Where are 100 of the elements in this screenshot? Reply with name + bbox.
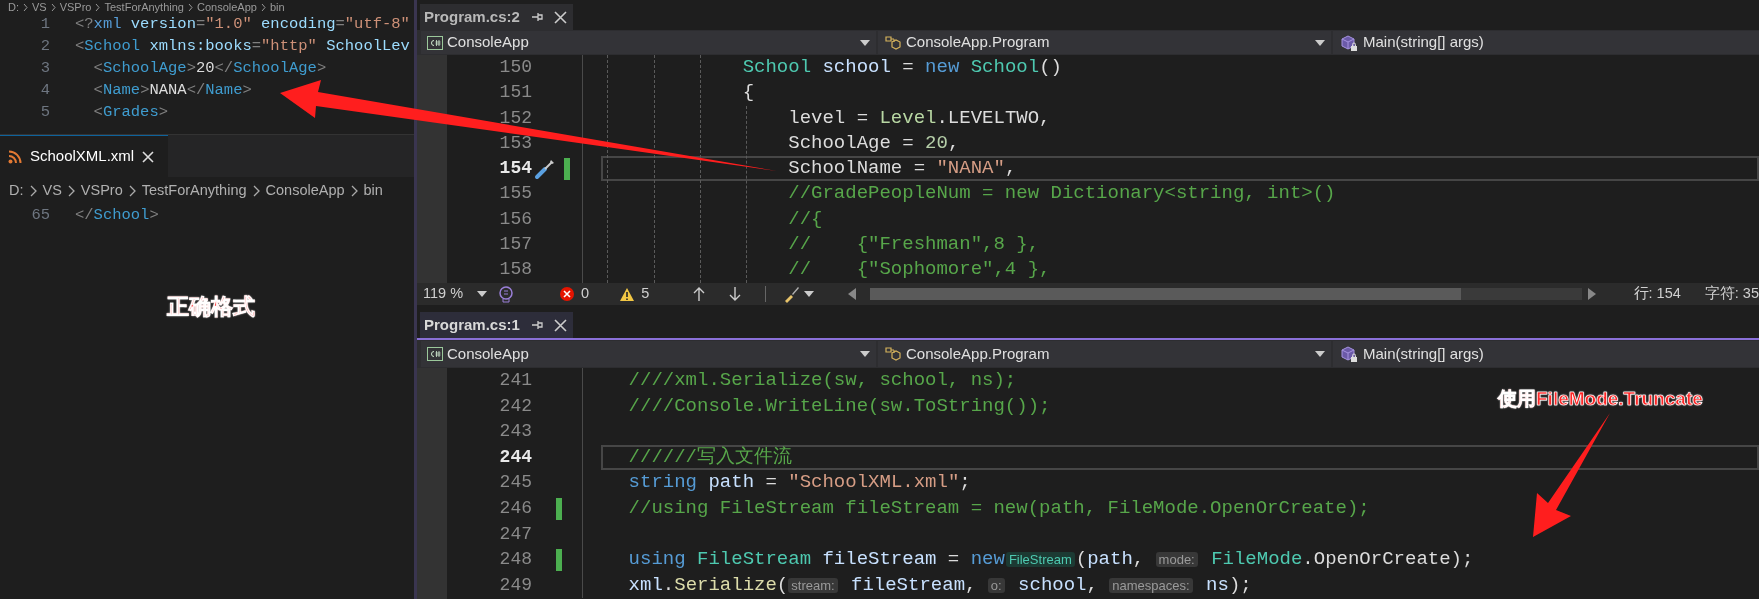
code-line: level = Level.LEVELTWO,	[787, 105, 1051, 131]
chevron-icon	[350, 185, 358, 197]
line-number: 65	[30, 205, 51, 227]
breadcrumb-item[interactable]: ConsoleApp	[196, 1, 257, 13]
line-number: 249	[498, 573, 532, 597]
scroll-right-icon[interactable]	[1587, 288, 1596, 300]
code-line: // {"Sophomore",4 },	[787, 257, 1051, 283]
breadcrumb-item[interactable]: VSPro	[59, 1, 92, 13]
pin-icon[interactable]	[529, 318, 544, 332]
chevron-icon	[260, 2, 266, 12]
breadcrumb-item[interactable]: ConsoleApp	[265, 180, 345, 202]
line-number: 155	[498, 182, 532, 206]
annotation-label: 使用FileMode.Truncate	[1498, 387, 1703, 411]
code-line: School school = new School()	[741, 55, 1062, 80]
nav-dropdown[interactable]: ConsoleApp.Program	[878, 31, 1331, 54]
pin-icon[interactable]	[529, 10, 544, 24]
code-line: {	[741, 80, 755, 106]
breadcrumb-item[interactable]: TestForAnything	[104, 1, 184, 13]
code-line: using FileStream fileStream = new FileStream (path, mode: FileMode.OpenOrCreate);	[627, 547, 1474, 573]
line-number: 246	[498, 496, 532, 520]
chevron-icon	[95, 2, 101, 12]
line-number: 244	[498, 445, 532, 469]
code-line: //{	[787, 206, 823, 232]
down-arrow-icon[interactable]	[729, 287, 742, 301]
code-line: <SchoolAge>20</SchoolAge>	[92, 58, 327, 80]
class-icon	[884, 345, 902, 363]
chevron-icon	[23, 2, 28, 12]
line-number: 152	[498, 106, 532, 130]
close-icon[interactable]	[553, 10, 567, 24]
code-line: SchoolName = "NANA",	[787, 156, 1017, 182]
line-number: 5	[39, 102, 51, 124]
caret-icon	[1315, 39, 1325, 46]
breadcrumb-item[interactable]: D:	[9, 180, 24, 202]
warning-icon[interactable]	[619, 286, 636, 302]
screwdriver-icon[interactable]	[534, 157, 556, 180]
horizontal-scrollbar[interactable]	[870, 288, 1582, 300]
column-indicator: 字符: 35	[1704, 284, 1759, 304]
code-line: string path = "SchoolXML.xml";	[627, 470, 971, 496]
nav-dropdown[interactable]: Main(string[] args)	[1333, 31, 1759, 54]
line-number: 1	[39, 14, 51, 36]
chevron-icon	[67, 185, 75, 197]
code-line: ////Console.WriteLine(sw.ToString());	[627, 393, 1051, 419]
line-number: 154	[498, 157, 532, 181]
code-line: //GradePeopleNum = new Dictionary<string, int>()	[787, 181, 1336, 207]
line-number: 247	[498, 522, 532, 546]
scroll-left-icon[interactable]	[848, 288, 857, 300]
code-editor[interactable]	[417, 55, 1759, 283]
project-icon	[427, 35, 443, 50]
code-line: // {"Freshman",8 },	[787, 232, 1040, 258]
line-number: 241	[498, 369, 532, 392]
code-line: //////写入文件流	[627, 444, 793, 470]
breadcrumb-item[interactable]: bin	[269, 1, 285, 13]
chevron-icon	[128, 185, 136, 197]
warning-count: 5	[641, 284, 650, 304]
error-icon[interactable]	[559, 286, 576, 302]
code-editor[interactable]	[417, 368, 1759, 599]
nav-dropdown[interactable]: ConsoleApp	[421, 341, 876, 367]
nav-dropdown[interactable]: Main(string[] args)	[1333, 341, 1759, 367]
caret-icon	[804, 291, 815, 297]
breadcrumb-item[interactable]: bin	[363, 180, 383, 202]
code-line: <Grades>	[92, 102, 169, 124]
breadcrumb-item[interactable]: VSPro	[80, 180, 123, 202]
line-number: 242	[498, 394, 532, 418]
rss-icon	[8, 149, 22, 164]
line-number: 245	[498, 471, 532, 495]
code-line: </School>	[75, 205, 159, 227]
error-count: 0	[581, 284, 590, 304]
line-number: 158	[498, 258, 532, 282]
breadcrumb-item[interactable]: VS	[42, 180, 62, 202]
caret-icon	[860, 351, 870, 357]
annotation-label: 正确格式	[167, 293, 255, 321]
close-icon[interactable]	[142, 150, 155, 163]
caret-icon	[1315, 351, 1325, 357]
breadcrumb-item[interactable]: TestForAnything	[141, 180, 247, 202]
class-icon	[884, 33, 902, 52]
caret-icon	[860, 39, 870, 46]
nav-dropdown[interactable]: ConsoleApp.Program	[878, 341, 1331, 367]
line-number: 156	[498, 207, 532, 231]
file-tab[interactable]: Program.cs:1	[420, 312, 573, 338]
breadcrumb-item[interactable]: D:	[8, 1, 19, 13]
line-indicator: 行: 154	[1633, 284, 1681, 304]
line-number: 248	[498, 548, 532, 572]
chevron-icon	[187, 2, 193, 12]
file-tab[interactable]: SchoolXML.xml	[0, 135, 169, 177]
code-line: <Name>NANA</Name>	[92, 80, 252, 102]
line-number: 3	[39, 58, 51, 80]
cube-icon	[1339, 344, 1359, 364]
nav-dropdown[interactable]: ConsoleApp	[421, 31, 876, 54]
code-line: <?xml version="1.0" encoding="utf-8"	[75, 14, 410, 36]
line-number: 150	[498, 56, 532, 79]
close-icon[interactable]	[553, 318, 567, 332]
code-line: SchoolAge = 20,	[787, 130, 960, 156]
line-number: 2	[39, 36, 51, 58]
assistant-icon[interactable]	[497, 285, 516, 303]
line-number: 153	[498, 131, 532, 155]
file-tab[interactable]: Program.cs:2	[420, 4, 573, 30]
breadcrumb-item[interactable]: VS	[32, 1, 47, 13]
code-line: <School xmlns:books="http" SchoolLev	[75, 36, 410, 58]
up-arrow-icon[interactable]	[693, 287, 706, 301]
code-line: xml.Serialize(stream: fileStream, o: school, namespaces: ns);	[627, 572, 1252, 598]
